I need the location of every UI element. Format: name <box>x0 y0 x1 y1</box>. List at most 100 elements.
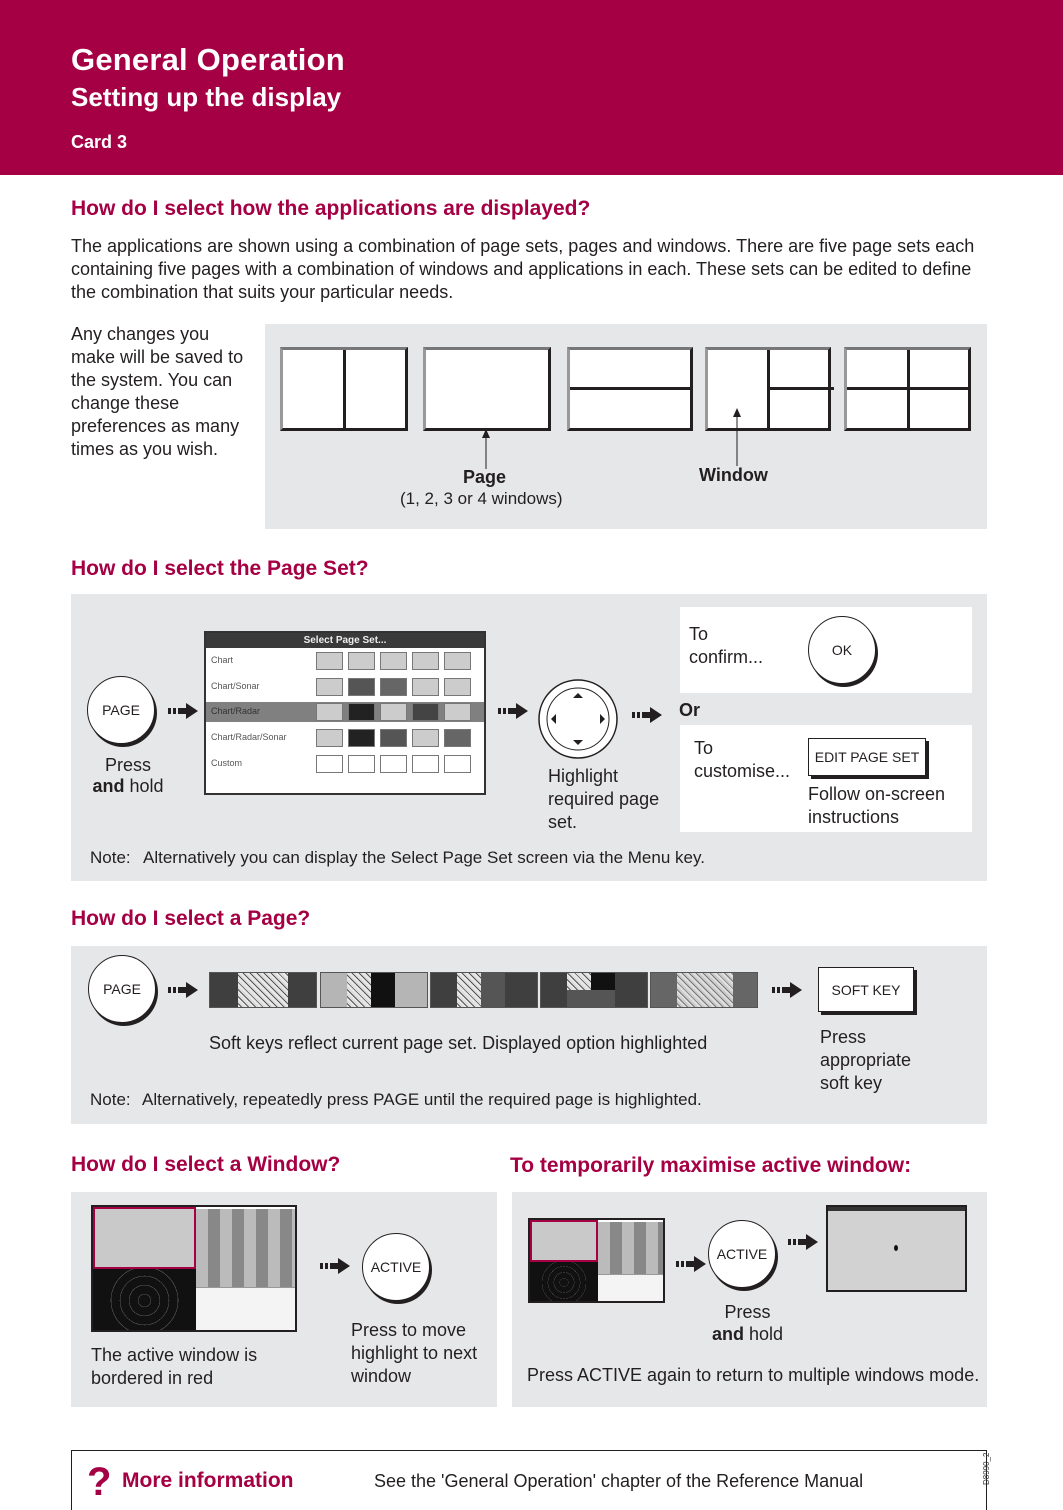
page-key-button[interactable]: PAGE <box>88 955 156 1023</box>
page-pointer-arrow-icon <box>482 429 490 469</box>
section-heading-maximise: To temporarily maximise active window: <box>510 1154 912 1177</box>
section-heading-applications: How do I select how the applications are… <box>71 197 591 220</box>
soft-key-label: SOFT KEY <box>831 981 901 998</box>
press-and-hold-caption: Press and hold <box>88 755 168 797</box>
soft-key-thumbnail[interactable] <box>430 972 538 1008</box>
active-key-button[interactable]: ACTIVE <box>708 1220 776 1288</box>
active-window-chart <box>93 1207 196 1269</box>
active-window-chart <box>530 1220 598 1262</box>
press-text: Press <box>104 755 151 775</box>
page-set-row-label: Custom <box>211 758 243 768</box>
more-information-label: More information <box>122 1469 294 1492</box>
header-banner: General Operation Setting up the display… <box>0 0 1063 175</box>
data-window <box>196 1287 295 1330</box>
page-set-row[interactable]: Chart/Radar/Sonar <box>206 728 484 748</box>
reference-code: D8990_2 <box>982 1452 991 1485</box>
page-thumbnail <box>316 729 343 747</box>
maximised-window-screenshot <box>826 1205 967 1292</box>
page-set-row-label: Chart/Sonar <box>211 681 260 691</box>
page-set-row-label: Chart/Radar <box>211 706 261 716</box>
page-thumbnail <box>348 703 375 721</box>
page-sublabel: (1, 2, 3 or 4 windows) <box>400 489 563 508</box>
and-hold-text: and hold <box>88 776 168 797</box>
layout-diagram <box>705 347 834 431</box>
vessel-icon <box>894 1245 898 1251</box>
page-thumbnail <box>444 678 471 696</box>
page-key-label: PAGE <box>102 702 140 718</box>
page-thumbnail <box>348 652 375 670</box>
page-label: Page <box>463 467 507 487</box>
data-window <box>598 1274 663 1301</box>
page-thumbnail <box>412 703 439 721</box>
page-thumbnail <box>316 755 343 773</box>
page-thumbnail <box>380 729 407 747</box>
card-number: Card 3 <box>71 132 128 152</box>
soft-key-thumbnail[interactable] <box>320 972 428 1008</box>
page-thumbnail <box>348 755 375 773</box>
highway-window <box>598 1222 663 1274</box>
page-set-row[interactable]: Chart <box>206 651 484 671</box>
and-text: and <box>92 776 125 796</box>
arrow-right-icon <box>788 1234 818 1250</box>
note-label: Note: <box>90 1090 131 1109</box>
arrow-right-icon <box>676 1256 706 1272</box>
soft-keys-caption: Soft keys reflect current page set. Disp… <box>209 1033 708 1053</box>
note-label: Note: <box>90 848 131 867</box>
customise-box: To customise... EDIT PAGE SET Follow on-… <box>680 725 972 832</box>
highway-window <box>196 1209 295 1287</box>
page-key-label: PAGE <box>103 981 141 997</box>
page-key-button[interactable]: PAGE <box>87 676 155 744</box>
multi-window-screenshot <box>528 1218 665 1303</box>
arrow-right-icon <box>498 703 528 719</box>
hold-text: hold <box>749 1324 784 1344</box>
more-information-box: ? More information See the 'General Oper… <box>71 1450 987 1510</box>
page-title: General Operation <box>71 42 345 77</box>
page-note: Alternatively, repeatedly press PAGE unt… <box>142 1090 702 1109</box>
screen-title-bar: Select Page Set... <box>206 633 484 648</box>
page-thumbnail <box>444 652 471 670</box>
soft-key-thumbnail[interactable] <box>540 972 648 1008</box>
active-key-button[interactable]: ACTIVE <box>362 1233 430 1301</box>
edit-page-set-button[interactable]: EDIT PAGE SET <box>808 738 926 776</box>
page-thumbnail <box>348 729 375 747</box>
page-set-row[interactable]: Chart/Sonar <box>206 677 484 697</box>
page-set-row-label: Chart <box>211 655 234 665</box>
page-set-row[interactable]: Custom <box>206 754 484 774</box>
page-thumbnail <box>348 678 375 696</box>
page-thumbnail <box>380 678 407 696</box>
more-information-text: See the 'General Operation' chapter of t… <box>374 1471 864 1491</box>
page-set-row-label: Chart/Radar/Sonar <box>211 732 287 742</box>
page-set-row-selected[interactable]: Chart/Radar <box>206 702 484 722</box>
layouts-panel: Page (1, 2, 3 or 4 windows) Window <box>265 324 987 529</box>
section-heading-page: How do I select a Page? <box>71 907 311 930</box>
page-thumbnail <box>412 729 439 747</box>
page-thumbnail <box>412 652 439 670</box>
edit-page-set-label: EDIT PAGE SET <box>814 749 920 765</box>
soft-key-caption: Press appropriate soft key <box>820 1027 912 1093</box>
page-thumbnail <box>444 729 471 747</box>
layout-diagram <box>280 347 408 431</box>
ok-button[interactable]: OK <box>808 616 876 684</box>
side-note: Any changes you make will be saved to th… <box>71 324 244 459</box>
soft-key-thumbnail-highlighted[interactable] <box>650 972 758 1008</box>
layout-diagram <box>423 347 551 431</box>
select-page-set-screen: Select Page Set... Chart Chart/Sonar Cha… <box>204 631 486 795</box>
page-thumbnail <box>316 652 343 670</box>
soft-key-thumbnail[interactable] <box>209 972 317 1008</box>
page-set-note: Alternatively you can display the Select… <box>143 848 705 867</box>
active-key-label: ACTIVE <box>370 1259 422 1275</box>
trackpad-icon[interactable] <box>535 677 621 761</box>
soft-key-button[interactable]: SOFT KEY <box>818 967 914 1012</box>
section-heading-window: How do I select a Window? <box>71 1153 341 1176</box>
page-thumbnail <box>316 703 343 721</box>
arrow-right-icon <box>772 982 802 998</box>
question-mark-icon: ? <box>87 1460 112 1504</box>
window-title-bar <box>828 1207 965 1211</box>
maximise-note: Press ACTIVE again to return to multiple… <box>527 1365 980 1385</box>
and-text: and <box>711 1324 744 1344</box>
page-thumbnail <box>412 678 439 696</box>
follow-instructions: Follow on-screen instructions <box>808 784 946 827</box>
layout-diagram <box>844 347 971 431</box>
arrow-right-icon <box>320 1258 350 1274</box>
window-pointer-arrow-icon <box>733 408 741 466</box>
